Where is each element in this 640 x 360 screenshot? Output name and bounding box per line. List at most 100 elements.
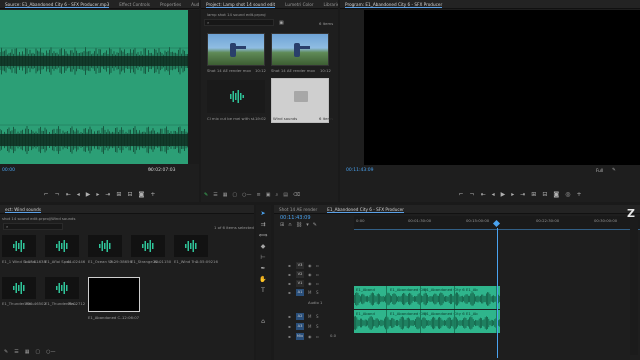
- source-timecode-left[interactable]: 00:00: [2, 167, 15, 175]
- bin-item-audio-thumb[interactable]: [45, 277, 79, 299]
- bin-item-audio-thumb[interactable]: [174, 235, 208, 257]
- track-target[interactable]: V2: [296, 271, 304, 278]
- bin-item-audio-thumb[interactable]: [2, 277, 36, 299]
- camera-icon[interactable]: ◙: [553, 191, 559, 198]
- icon-view-icon[interactable]: ▦: [25, 349, 30, 355]
- sync-icon[interactable]: ▫: [316, 272, 319, 277]
- settings-icon[interactable]: ✎: [313, 222, 317, 228]
- ripple-edit-tool-icon[interactable]: ⟺: [258, 232, 268, 240]
- type-tool-icon[interactable]: T: [258, 287, 268, 295]
- track-target[interactable]: A2: [296, 313, 304, 320]
- project-item-thumb-1[interactable]: [207, 33, 265, 66]
- source-scrollbar[interactable]: [188, 10, 199, 164]
- go-to-out-icon[interactable]: ⇥: [105, 191, 110, 198]
- track-target[interactable]: A1: [296, 289, 304, 296]
- wrench-icon[interactable]: ✎: [612, 168, 616, 173]
- mark-out-icon[interactable]: ¬: [55, 191, 60, 198]
- playhead-line[interactable]: [497, 228, 498, 358]
- freeform-view-icon[interactable]: ▢: [232, 192, 237, 198]
- bin-search-input[interactable]: ⌕: [3, 223, 63, 230]
- go-to-out-icon[interactable]: ⇥: [520, 191, 525, 198]
- sort-icon[interactable]: ≡: [257, 192, 261, 198]
- tab-lumetri-color[interactable]: Lumetri Color: [280, 0, 318, 8]
- tab-effect-controls[interactable]: Effect Controls: [114, 0, 155, 8]
- insert-icon[interactable]: ⊞: [116, 191, 121, 198]
- playhead-marker[interactable]: [492, 219, 501, 228]
- zoom-slider[interactable]: ○—: [46, 349, 55, 355]
- vr-icon[interactable]: ◎: [565, 191, 570, 198]
- add-icon[interactable]: +: [576, 191, 581, 198]
- eye-icon[interactable]: ◉: [308, 263, 312, 268]
- selection-tool-icon[interactable]: ➤: [258, 210, 268, 218]
- add-icon[interactable]: +: [150, 191, 155, 198]
- tab-audio-clip-mixer[interactable]: Audio Clip Mixer: E1_: [186, 0, 199, 8]
- go-to-in-icon[interactable]: ⇤: [66, 191, 71, 198]
- new-bin-icon[interactable]: ▣: [279, 20, 284, 26]
- mute-icon[interactable]: M: [308, 290, 311, 295]
- zoom-slider[interactable]: ○—: [242, 192, 251, 198]
- pen-icon[interactable]: ✎: [204, 192, 208, 198]
- solo-icon[interactable]: S: [316, 290, 319, 295]
- track-target[interactable]: A3: [296, 323, 304, 330]
- track-target[interactable]: V1: [296, 280, 304, 287]
- eye-icon[interactable]: ◉: [308, 334, 312, 339]
- step-forward-icon[interactable]: ▸: [511, 191, 514, 198]
- wrench-icon[interactable]: ✎: [148, 168, 153, 173]
- go-to-in-icon[interactable]: ⇤: [481, 191, 486, 198]
- audio-waveform-display[interactable]: [0, 10, 188, 164]
- slip-tool-icon[interactable]: ⊢: [258, 254, 268, 262]
- step-back-icon[interactable]: ◂: [492, 191, 495, 198]
- tab-source[interactable]: Source: E1_Abandoned City 6 - SFX Produc…: [0, 0, 114, 8]
- pen-icon[interactable]: ✎: [4, 349, 8, 355]
- icon-view-icon[interactable]: ▦: [223, 192, 228, 198]
- project-search-input[interactable]: ⌕: [204, 19, 274, 26]
- mute-icon[interactable]: M: [308, 314, 311, 319]
- hand-tool-icon[interactable]: ✋: [258, 276, 268, 284]
- track-target[interactable]: V3: [296, 262, 304, 269]
- mark-out-icon[interactable]: ¬: [470, 191, 475, 198]
- search-icon[interactable]: ⌕: [275, 192, 278, 198]
- bin-item-audio-thumb[interactable]: [2, 235, 36, 257]
- list-view-icon[interactable]: ☰: [14, 349, 18, 355]
- lock-icon[interactable]: ▪: [288, 334, 291, 339]
- track-target[interactable]: Mix: [296, 333, 304, 340]
- track-header[interactable]: ▪ V1 ◉ ▫: [274, 280, 352, 289]
- mute-icon[interactable]: M: [308, 324, 311, 329]
- lock-icon[interactable]: ▪: [288, 290, 291, 295]
- program-full-select[interactable]: Full: [596, 168, 603, 173]
- new-item-icon[interactable]: ▤: [283, 192, 288, 198]
- razor-tool-icon[interactable]: ◆: [258, 243, 268, 251]
- lock-icon[interactable]: ▪: [288, 324, 291, 329]
- track-select-tool-icon[interactable]: ⇉: [258, 221, 268, 229]
- tab-program[interactable]: Program: E1_Abandoned City 6 - SFX Produ…: [340, 0, 447, 8]
- tab-project[interactable]: Project: Lamp shot 14 sound edit: [201, 0, 280, 8]
- track-header[interactable]: ▪ V3 ◉ ▫: [274, 262, 352, 271]
- extract-icon[interactable]: ⊟: [542, 191, 547, 198]
- tab-sequence-1[interactable]: Shot 14 AE render: [274, 205, 322, 213]
- lock-icon[interactable]: ▪: [288, 263, 291, 268]
- bin-icon[interactable]: ▣: [266, 192, 271, 198]
- snap-icon[interactable]: ∩: [288, 222, 292, 228]
- camera-icon[interactable]: ◙: [138, 191, 144, 198]
- drop-icon[interactable]: ⌂: [258, 318, 268, 326]
- timeline-track-area[interactable]: E1_Aband E1_Abandoned City E1_Abandoned Ci…: [354, 228, 640, 359]
- sync-icon[interactable]: ▫: [316, 334, 319, 339]
- tab-sequence-2[interactable]: E1_Abandoned City 6 - SFX Producer: [322, 205, 409, 213]
- track-header[interactable]: ▪ A2 M S: [274, 313, 352, 322]
- timeline-timecode[interactable]: 00:11:43:09: [280, 215, 311, 221]
- program-timecode-left[interactable]: 00:11:43:09: [346, 168, 373, 173]
- program-video-canvas[interactable]: [364, 10, 640, 165]
- eye-icon[interactable]: ◉: [308, 281, 312, 286]
- tab-bin[interactable]: ect: Wind sounds: [0, 205, 46, 213]
- list-view-icon[interactable]: ☰: [213, 192, 217, 198]
- track-header[interactable]: ▪ A1 M S: [274, 289, 352, 298]
- trash-icon[interactable]: ⌫: [293, 192, 300, 198]
- tab-libraries[interactable]: Libraries: [319, 0, 338, 8]
- marker-icon[interactable]: ▾: [306, 222, 309, 228]
- mark-in-icon[interactable]: ⌐: [459, 191, 464, 198]
- linked-selection-icon[interactable]: ⛓: [296, 222, 302, 228]
- freeform-view-icon[interactable]: ▢: [35, 349, 40, 355]
- bin-item-audio-thumb[interactable]: [131, 235, 165, 257]
- step-back-icon[interactable]: ◂: [77, 191, 80, 198]
- play-icon[interactable]: ▶: [501, 191, 506, 198]
